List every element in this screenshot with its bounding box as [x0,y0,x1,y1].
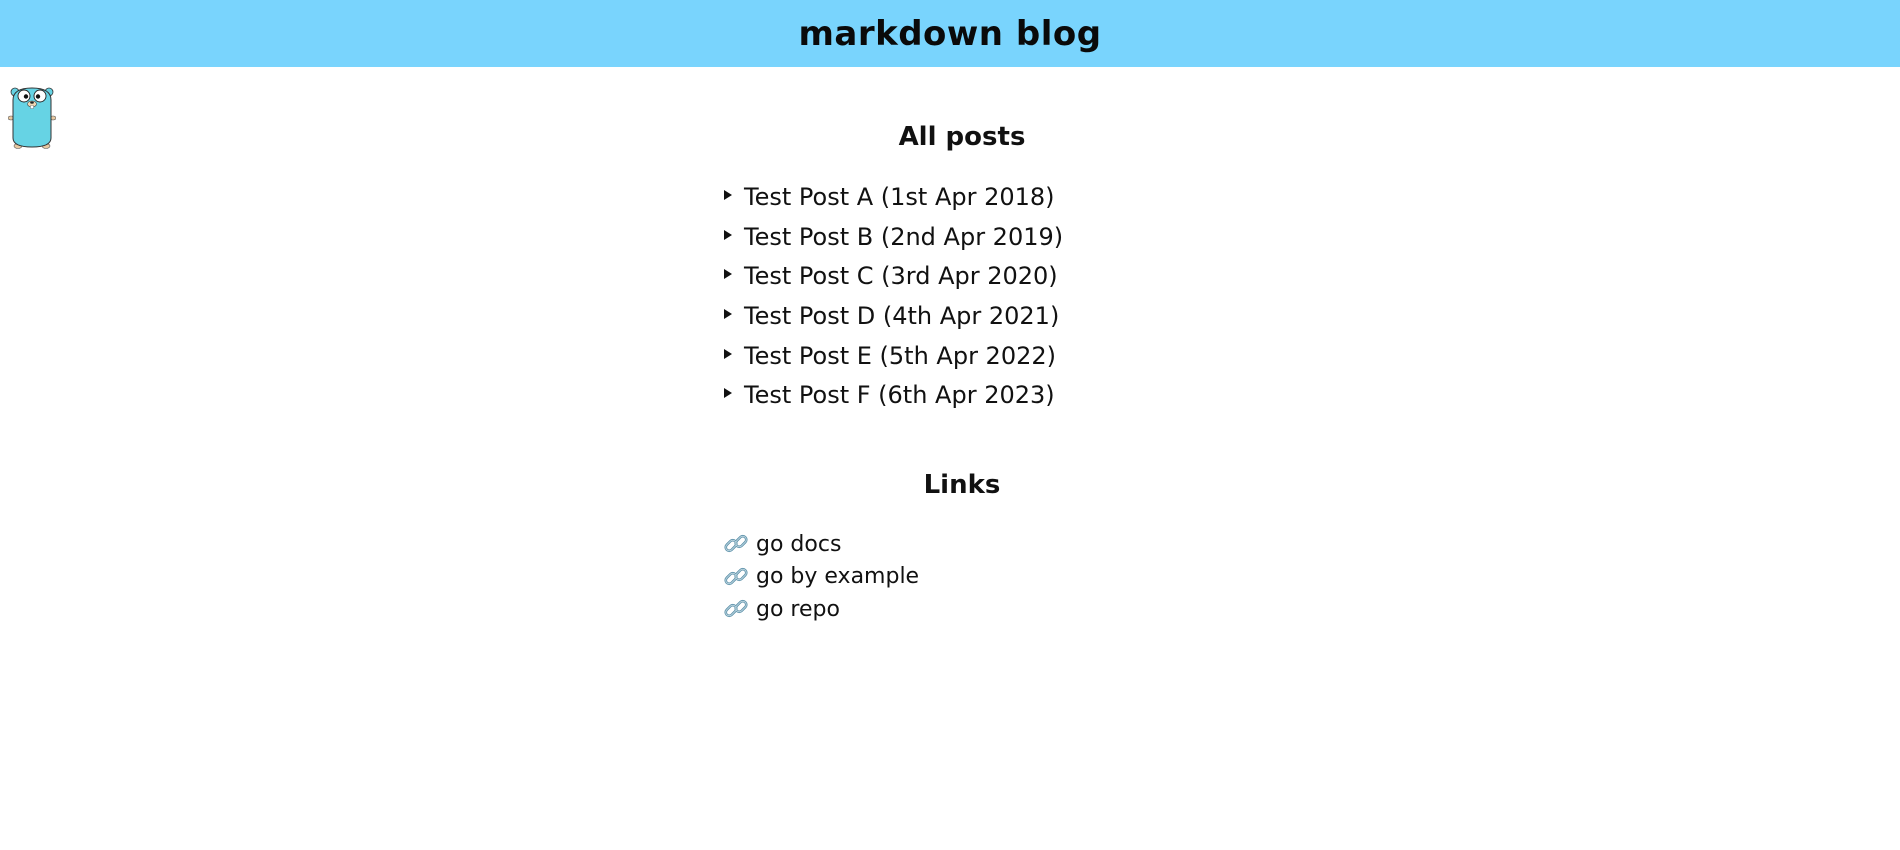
post-link[interactable]: Test Post B (2nd Apr 2019) [744,223,1063,251]
post-item: Test Post E (5th Apr 2022) [724,336,1063,376]
external-link[interactable]: go docs [756,532,841,557]
triangle-bullet-icon [724,348,732,359]
post-link[interactable]: Test Post E (5th Apr 2022) [744,342,1056,370]
external-link[interactable]: go repo [756,597,840,622]
post-link[interactable]: Test Post C (3rd Apr 2020) [744,262,1058,290]
link-list: go docs go by example go repo [723,528,919,626]
link-item: go repo [723,593,919,626]
link-icon [723,564,749,590]
post-list: Test Post A (1st Apr 2018) Test Post B (… [724,177,1063,415]
post-item: Test Post A (1st Apr 2018) [724,177,1063,217]
links-heading: Links [923,470,1001,500]
post-item: Test Post F (6th Apr 2023) [724,375,1063,415]
site-title[interactable]: markdown blog [798,17,1101,51]
post-link[interactable]: Test Post F (6th Apr 2023) [744,381,1055,409]
post-link[interactable]: Test Post D (4th Apr 2021) [744,302,1059,330]
post-link[interactable]: Test Post A (1st Apr 2018) [744,183,1055,211]
triangle-bullet-icon [724,388,732,399]
site-header: markdown blog [0,0,1900,67]
post-item: Test Post D (4th Apr 2021) [724,296,1063,336]
post-item: Test Post C (3rd Apr 2020) [724,256,1063,296]
external-link[interactable]: go by example [756,564,919,589]
triangle-bullet-icon [724,269,732,280]
link-icon [723,596,749,622]
post-item: Test Post B (2nd Apr 2019) [724,217,1063,257]
posts-heading: All posts [898,122,1026,152]
triangle-bullet-icon [724,189,732,200]
link-icon [723,531,749,557]
link-item: go docs [723,528,919,561]
triangle-bullet-icon [724,308,732,319]
triangle-bullet-icon [724,229,732,240]
link-item: go by example [723,561,919,594]
